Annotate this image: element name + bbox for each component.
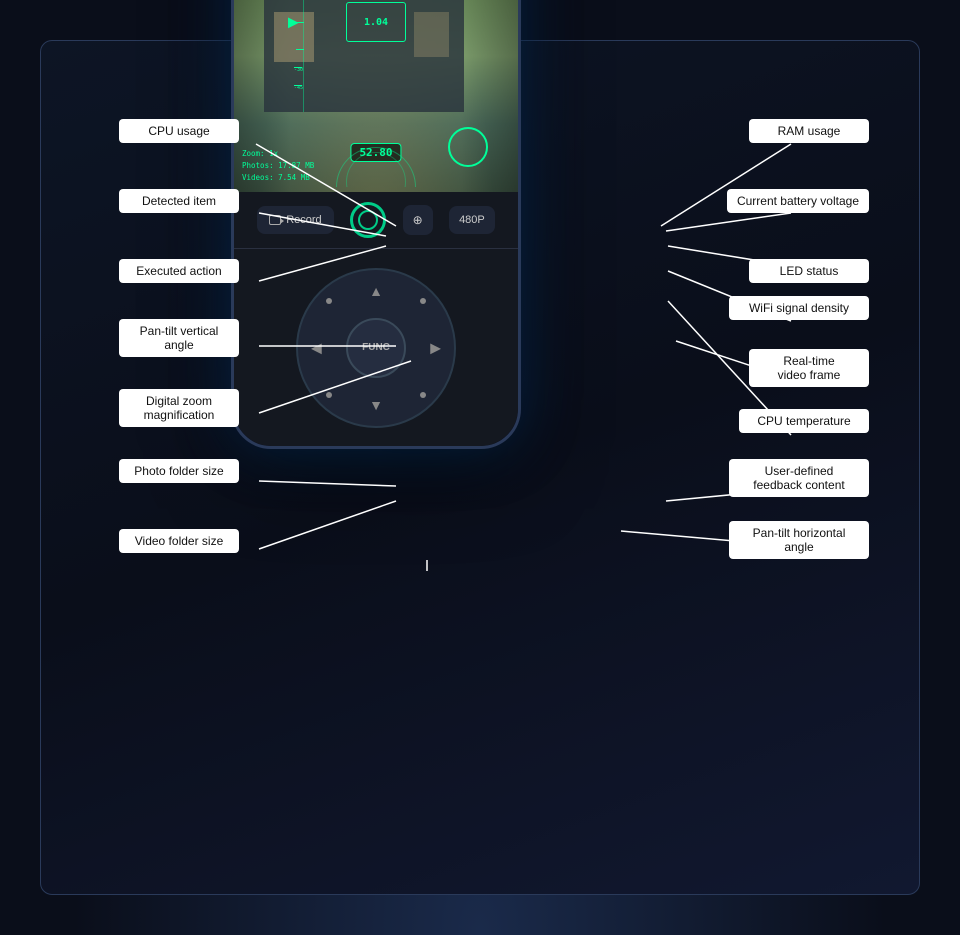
label-photo-folder: Photo folder size bbox=[119, 459, 239, 483]
label-digital-zoom: Digital zoom magnification bbox=[119, 389, 239, 427]
dpad-up[interactable]: ▲ bbox=[369, 283, 383, 299]
zoom-value: 1.04 bbox=[364, 17, 388, 28]
resolution-label: 480P bbox=[459, 214, 485, 226]
tick-4 bbox=[296, 49, 304, 50]
label-wifi-signal: WiFi signal density bbox=[729, 296, 869, 320]
control-bar: Record ⊕ 480P bbox=[234, 192, 518, 249]
dpad-area: ▲ ▼ ◀ ▶ FUNC bbox=[234, 249, 518, 446]
dpad-dot-tl bbox=[326, 298, 332, 304]
record-button[interactable]: Record bbox=[257, 206, 333, 234]
label-led-status: LED status bbox=[749, 259, 869, 283]
dpad-right[interactable]: ▶ bbox=[430, 339, 441, 356]
tick-3 bbox=[296, 22, 304, 23]
label-battery-voltage: Current battery voltage bbox=[727, 189, 869, 213]
dpad-left[interactable]: ◀ bbox=[311, 339, 322, 356]
compass-area bbox=[336, 147, 416, 187]
outer-frame: ☎ → ◉ CPU: 22.3% RAM: 14.5% 11.9 V bbox=[40, 40, 920, 895]
label-realtime-video: Real-time video frame bbox=[749, 349, 869, 387]
label-detected-item: Detected item bbox=[119, 189, 239, 213]
dpad-dot-br bbox=[420, 392, 426, 398]
record-icon bbox=[269, 215, 281, 225]
hud-overlay: ☎ → ◉ CPU: 22.3% RAM: 14.5% 11.9 V bbox=[234, 0, 518, 192]
photos-label: Photos: 17.87 MB bbox=[242, 161, 314, 170]
hud-bottom-info: Zoom: 1x Photos: 17.87 MB Videos: 7.54 M… bbox=[242, 148, 314, 184]
func-label: FUNC bbox=[362, 342, 390, 353]
resolution-button[interactable]: 480P bbox=[449, 206, 495, 234]
shoot-button[interactable] bbox=[448, 127, 488, 167]
dpad: ▲ ▼ ◀ ▶ FUNC bbox=[296, 268, 456, 428]
dpad-dot-tr bbox=[420, 298, 426, 304]
tick-6: -45 bbox=[294, 85, 302, 86]
capture-button[interactable] bbox=[350, 202, 386, 238]
phone: ☎ → ◉ CPU: 22.3% RAM: 14.5% 11.9 V bbox=[231, 0, 521, 449]
label-video-folder: Video folder size bbox=[119, 529, 239, 553]
camera-view: ☎ → ◉ CPU: 22.3% RAM: 14.5% 11.9 V bbox=[234, 0, 518, 192]
label-pan-tilt-vertical: Pan-tilt vertical angle bbox=[119, 319, 239, 357]
tick-5: -30 bbox=[294, 67, 302, 68]
capture-inner bbox=[358, 210, 378, 230]
label-ram-usage: RAM usage bbox=[749, 119, 869, 143]
phone-screen: ☎ → ◉ CPU: 22.3% RAM: 14.5% 11.9 V bbox=[234, 0, 518, 446]
zoom-control[interactable]: ⊕ bbox=[403, 205, 433, 235]
label-cpu-temp: CPU temperature bbox=[739, 409, 869, 433]
videos-label: Videos: 7.54 MB bbox=[242, 173, 310, 182]
zoom-ctrl-icon: ⊕ bbox=[413, 213, 423, 227]
dpad-func-button[interactable]: FUNC bbox=[346, 318, 406, 378]
label-cpu-usage: CPU usage bbox=[119, 119, 239, 143]
phone-controls: Record ⊕ 480P ▲ bbox=[234, 192, 518, 446]
label-user-defined: User-defined feedback content bbox=[729, 459, 869, 497]
vertical-scale: ▶ 15 -30 -45 bbox=[284, 0, 304, 112]
record-label: Record bbox=[286, 214, 321, 226]
scale-line bbox=[303, 0, 304, 112]
label-pan-tilt-horizontal: Pan-tilt horizontal angle bbox=[729, 521, 869, 559]
label-executed-action: Executed action bbox=[119, 259, 239, 283]
record-play-icon bbox=[280, 218, 284, 224]
dpad-down[interactable]: ▼ bbox=[369, 397, 383, 413]
zoom-label: Zoom: 1x bbox=[242, 149, 278, 158]
zoom-box: 1.04 bbox=[346, 2, 406, 42]
dpad-dot-bl bbox=[326, 392, 332, 398]
